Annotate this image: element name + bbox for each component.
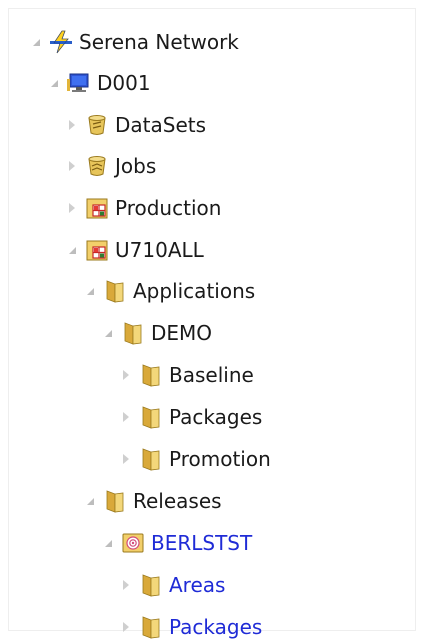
tree-node-label: U710ALL [115,238,204,262]
expand-arrow-collapsed[interactable] [67,203,77,213]
expand-arrow-expanded[interactable] [103,328,113,338]
folder-icon [103,279,127,303]
expand-arrow-expanded[interactable] [31,37,41,47]
tree-node-label: Baseline [169,363,254,387]
expand-arrow-collapsed[interactable] [121,622,131,632]
tree-node-label: Promotion [169,447,271,471]
tree-node-promotion[interactable]: Promotion [121,442,271,476]
tree-node-label: D001 [97,71,151,95]
tree-node-label: BERLSTST [151,531,253,555]
expand-arrow-expanded[interactable] [67,245,77,255]
folder-icon [139,447,163,471]
tree-node-label: DataSets [115,113,207,137]
expand-arrow-expanded[interactable] [85,496,95,506]
stage-grid-icon [85,238,109,262]
network-lightning-icon [49,30,73,54]
expand-arrow-collapsed[interactable] [121,580,131,590]
tree-node-label: Packages [169,615,263,639]
expand-arrow-expanded[interactable] [85,286,95,296]
folder-icon [139,405,163,429]
tree-node-jobs[interactable]: Jobs [67,149,156,183]
tree-node-berlstst[interactable]: BERLSTST [103,526,252,560]
tree-node-label: Production [115,196,222,220]
tree-node-serena-network[interactable]: Serena Network [31,25,239,59]
stage-grid-icon [85,196,109,220]
expand-arrow-collapsed[interactable] [121,454,131,464]
tree-node-label: Releases [133,489,222,513]
tree-panel: Serena Network D001 DataSets Jobs Produc… [8,8,416,639]
computer-icon [67,71,91,95]
tree-node-releases[interactable]: Releases [85,484,222,518]
folder-icon [139,615,163,639]
expand-arrow-collapsed[interactable] [121,370,131,380]
expand-arrow-collapsed[interactable] [121,412,131,422]
tree-node-label: DEMO [151,321,213,345]
expand-arrow-expanded[interactable] [103,538,113,548]
tree-node-d001[interactable]: D001 [49,66,151,100]
jobs-bucket-icon [85,154,109,178]
tree-node-label: Applications [133,279,256,303]
expand-arrow-collapsed[interactable] [67,161,77,171]
release-target-icon [121,531,145,555]
folder-icon [103,489,127,513]
tree-node-u710all[interactable]: U710ALL [67,233,204,267]
tree-node-packages[interactable]: Packages [121,400,262,434]
folder-icon [139,573,163,597]
tree-node-label: Areas [169,573,226,597]
expand-arrow-expanded[interactable] [49,78,59,88]
expand-arrow-collapsed[interactable] [67,120,77,130]
tree-node-label: Serena Network [79,30,239,54]
folder-icon [121,321,145,345]
tree-node-baseline[interactable]: Baseline [121,358,254,392]
dataset-bucket-icon [85,113,109,137]
folder-icon [139,363,163,387]
tree-node-production[interactable]: Production [67,191,221,225]
tree-node-datasets[interactable]: DataSets [67,108,206,142]
tree-node-applications[interactable]: Applications [85,274,255,308]
tree-node-demo[interactable]: DEMO [103,316,212,350]
tree-node-label: Jobs [115,154,157,178]
tree-node-areas[interactable]: Areas [121,568,225,602]
tree-node-label: Packages [169,405,263,429]
